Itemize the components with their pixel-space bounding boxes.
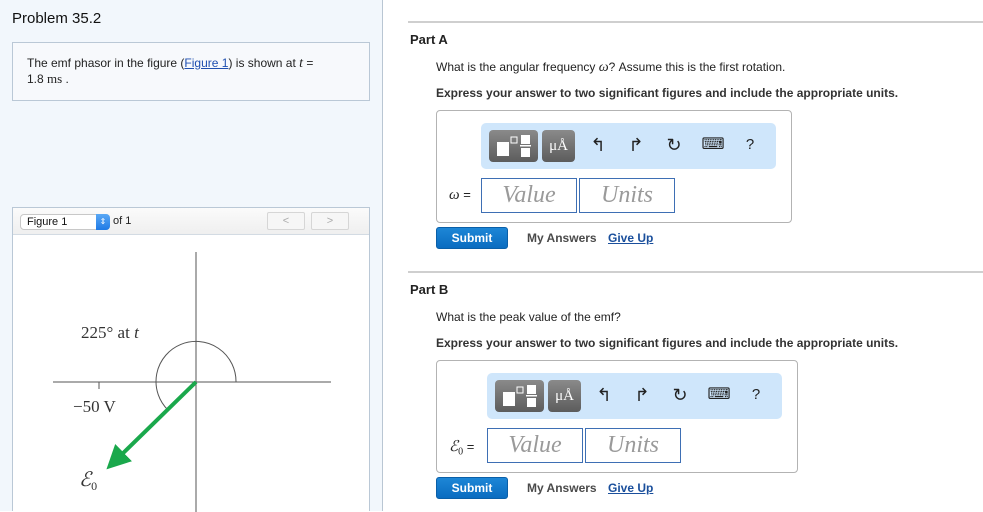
help-icon: ? [751, 386, 761, 403]
units-icon: μÅ [555, 388, 574, 404]
next-figure-button[interactable]: > [311, 212, 349, 230]
intro-end: . [62, 72, 69, 86]
reset-icon: ↻ [672, 385, 688, 405]
part-a-submit-button[interactable]: Submit [436, 227, 508, 249]
redo-icon: ↱ [628, 135, 644, 155]
phasor-diagram: 225° at t −50 V ℰ0 [53, 252, 331, 512]
math-toolbar: μÅ ↰ ↱ ↻ ⌨ ? [481, 123, 776, 169]
part-b-title: Part B [410, 282, 449, 297]
templates-icon [497, 135, 531, 157]
figure-toolbar: Figure 1 ⇕ of 1 < > [13, 208, 369, 235]
chevron-right-icon: > [326, 215, 334, 227]
intro-text: The emf phasor in the figure ( [27, 56, 185, 70]
templates-button[interactable] [489, 130, 538, 162]
keyboard-button[interactable]: ⌨ [701, 133, 725, 157]
figure-link[interactable]: Figure 1 [184, 56, 228, 70]
value-input[interactable]: Value [481, 178, 577, 213]
part-divider [408, 21, 983, 23]
part-a-answer-box: μÅ ↰ ↱ ↻ ⌨ ? ω = Value Units [436, 110, 792, 223]
emf-label: ℰ0 = [449, 439, 475, 458]
value-input[interactable]: Value [487, 428, 583, 463]
redo-button[interactable]: ↱ [630, 383, 654, 407]
part-b-give-up-link[interactable]: Give Up [608, 481, 653, 495]
help-icon: ? [745, 136, 755, 153]
problem-panel: Problem 35.2 The emf phasor in the figur… [0, 0, 383, 512]
help-button[interactable]: ? [738, 133, 762, 157]
problem-intro: The emf phasor in the figure (Figure 1) … [12, 42, 370, 101]
units-icon: μÅ [549, 138, 568, 154]
redo-icon: ↱ [634, 385, 650, 405]
tick-label: −50 V [73, 397, 117, 416]
time-value: 1.8 [27, 72, 44, 86]
undo-button[interactable]: ↰ [592, 383, 616, 407]
figure-select[interactable]: Figure 1 ⇕ [20, 214, 110, 230]
part-a-instruction: Express your answer to two significant f… [436, 86, 899, 100]
time-unit: ms [47, 71, 63, 86]
part-a-question: What is the angular frequency ω? Assume … [436, 60, 785, 76]
math-toolbar: μÅ ↰ ↱ ↻ ⌨ ? [487, 373, 782, 419]
omega-symbol: ω [598, 60, 609, 75]
part-b-submit-button[interactable]: Submit [436, 477, 508, 499]
equals-sign: = [303, 56, 314, 70]
part-divider [408, 271, 983, 273]
part-b-my-answers-link[interactable]: My Answers [527, 481, 597, 495]
part-a-my-answers-link[interactable]: My Answers [527, 231, 597, 245]
angle-label: 225° at t [81, 323, 140, 342]
chevron-left-icon: < [282, 215, 290, 227]
units-button[interactable]: μÅ [542, 130, 575, 162]
undo-icon: ↰ [590, 135, 606, 155]
part-a-title: Part A [410, 32, 448, 47]
reset-button[interactable]: ↻ [662, 133, 686, 157]
undo-button[interactable]: ↰ [586, 133, 610, 157]
question-text: What is the angular frequency [436, 60, 599, 74]
intro-text: ) is shown at [228, 56, 300, 70]
reset-button[interactable]: ↻ [668, 383, 692, 407]
units-input[interactable]: Units [585, 428, 681, 463]
units-button[interactable]: μÅ [548, 380, 581, 412]
part-b-question: What is the peak value of the emf? [436, 310, 621, 324]
omega-label: ω = [449, 187, 471, 203]
figure-viewer: Figure 1 ⇕ of 1 < > 225° at t −50 V ℰ0 [12, 207, 370, 512]
phasor-label: ℰ0 [79, 469, 97, 493]
reset-icon: ↻ [666, 135, 682, 155]
previous-figure-button[interactable]: < [267, 212, 305, 230]
figure-count: of 1 [113, 215, 132, 227]
keyboard-icon: ⌨ [701, 136, 725, 153]
templates-icon [503, 385, 537, 407]
templates-button[interactable] [495, 380, 544, 412]
parts-panel: Part A What is the angular frequency ω? … [384, 0, 983, 511]
redo-button[interactable]: ↱ [624, 133, 648, 157]
keyboard-icon: ⌨ [707, 386, 731, 403]
problem-title: Problem 35.2 [12, 10, 102, 27]
help-button[interactable]: ? [744, 383, 768, 407]
part-a-give-up-link[interactable]: Give Up [608, 231, 653, 245]
keyboard-button[interactable]: ⌨ [707, 383, 731, 407]
select-stepper-icon: ⇕ [96, 214, 110, 230]
figure-select-value: Figure 1 [27, 216, 68, 228]
emf-phasor-arrow [106, 380, 198, 470]
undo-icon: ↰ [596, 385, 612, 405]
units-input[interactable]: Units [579, 178, 675, 213]
part-b-answer-box: μÅ ↰ ↱ ↻ ⌨ ? ℰ0 = Value Units [436, 360, 798, 473]
part-b-instruction: Express your answer to two significant f… [436, 336, 899, 350]
question-text: ? Assume this is the first rotation. [608, 60, 786, 74]
